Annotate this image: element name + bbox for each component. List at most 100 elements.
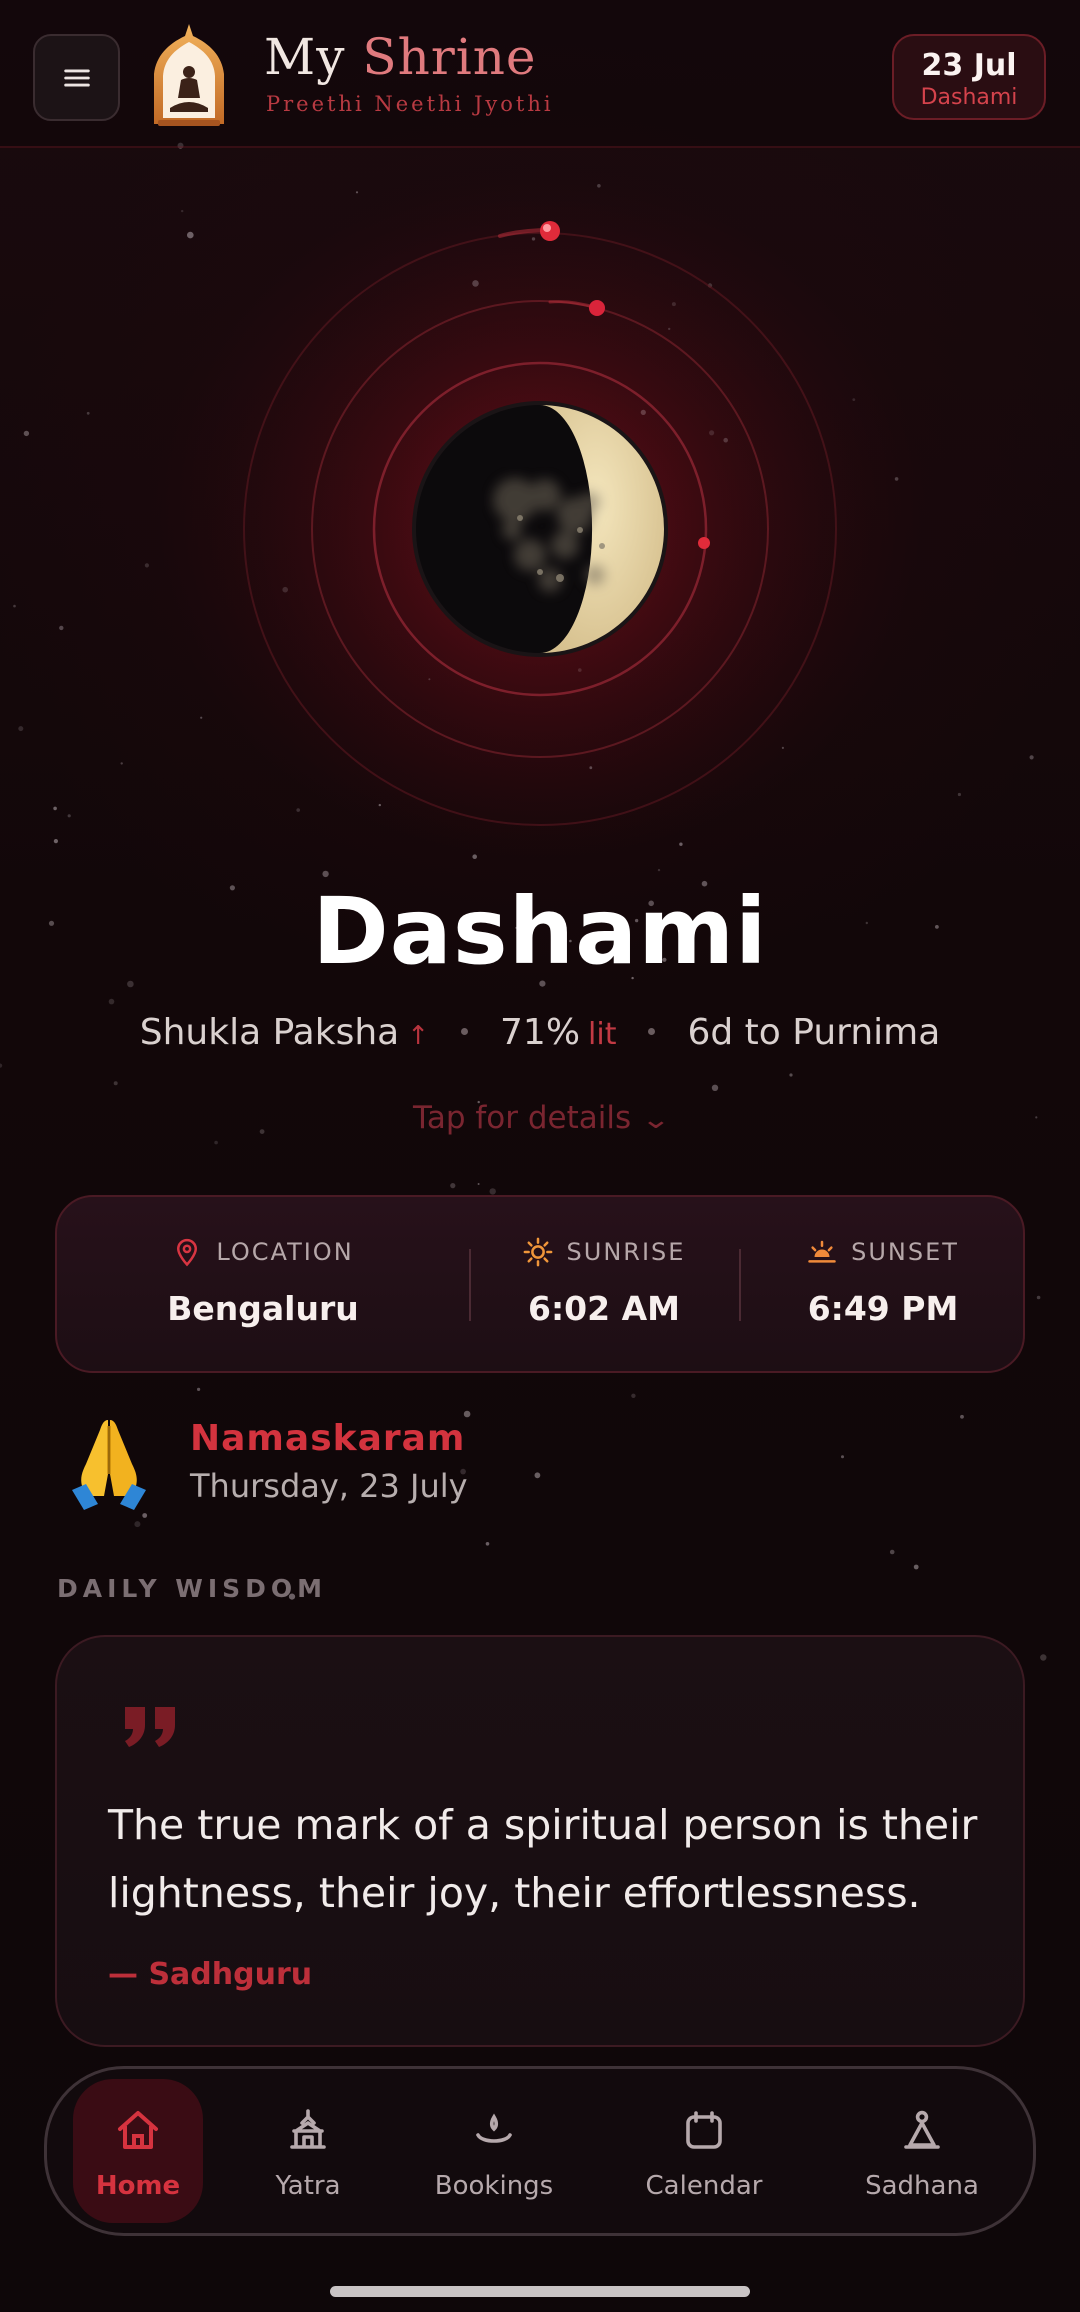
sunrise-label: SUNRISE	[566, 1238, 686, 1266]
star	[113, 1081, 118, 1086]
star	[214, 1140, 218, 1145]
star	[108, 998, 115, 1005]
meditation-icon	[904, 2110, 940, 2149]
app-root: My Shrine Preethi Neethi Jyothi 23 Jul D…	[0, 0, 1080, 2312]
daily-wisdom-heading: DAILY WISDOM	[57, 1574, 328, 1603]
star	[144, 563, 149, 568]
nav-calendar[interactable]: Calendar	[634, 2079, 774, 2223]
star	[485, 1542, 490, 1546]
star	[197, 1387, 201, 1391]
star	[187, 231, 194, 239]
star	[1040, 1654, 1047, 1661]
app-title: My Shrine	[264, 28, 537, 86]
system-home-indicator[interactable]	[330, 2286, 750, 2297]
location-label: LOCATION	[216, 1238, 354, 1266]
orbit-dot-inner	[698, 537, 710, 549]
star	[841, 1455, 844, 1459]
greeting-title: Namaskaram	[190, 1418, 466, 1459]
sunset-label-row: SUNSET	[739, 1237, 1027, 1267]
star	[463, 1410, 471, 1418]
moon-crater	[529, 479, 561, 511]
star	[53, 806, 57, 811]
star	[1036, 1295, 1041, 1300]
star	[134, 1521, 141, 1528]
sunrise-label-row: SUNRISE	[469, 1237, 739, 1267]
phase-meta-row: Shukla Paksha ↑ 71% lit 6d to Purnima	[0, 1012, 1080, 1053]
orbit-dot-outer-core	[543, 224, 551, 232]
star	[59, 625, 64, 631]
star	[957, 792, 962, 797]
star	[711, 1084, 719, 1092]
nav-sadhana-label: Sadhana	[865, 2171, 979, 2201]
moon-crater	[585, 565, 605, 585]
greeting-date: Thursday, 23 July	[190, 1467, 468, 1505]
nav-calendar-label: Calendar	[645, 2171, 763, 2201]
location-value: Bengaluru	[167, 1289, 359, 1328]
star	[913, 1564, 919, 1570]
bottom-nav: Home Yatra Bookings Calendar Sadhana	[44, 2066, 1036, 2236]
moon-crater	[551, 531, 579, 559]
star	[86, 411, 90, 415]
tap-for-details-label: Tap for details	[413, 1100, 632, 1136]
phase-name: Dashami	[312, 878, 768, 985]
nav-sadhana[interactable]: Sadhana	[847, 2079, 997, 2223]
menu-button[interactable]	[33, 34, 120, 121]
sunrise-value: 6:02 AM	[528, 1289, 680, 1328]
sunrise-column: SUNRISE 6:02 AM	[469, 1197, 739, 1375]
temple-icon	[290, 2109, 326, 2149]
sunset-column: SUNSET 6:49 PM	[739, 1197, 1027, 1375]
location-sun-card[interactable]: LOCATION Bengaluru SUNRISE 6:02 AM SUNSE…	[55, 1195, 1025, 1373]
nav-bookings-label: Bookings	[434, 2171, 554, 2201]
quote-icon	[125, 1707, 175, 1747]
nav-yatra-label: Yatra	[275, 2171, 341, 2201]
separator-dot	[648, 1028, 656, 1035]
moon-phase	[412, 401, 668, 657]
star	[489, 1188, 496, 1195]
app-subtitle: Preethi Neethi Jyothi	[266, 92, 554, 116]
star	[477, 1183, 480, 1185]
wisdom-author: — Sadhguru	[108, 1957, 313, 1992]
star	[534, 1472, 541, 1479]
moon-pit	[517, 515, 523, 521]
lit-percent: 71%	[500, 1012, 581, 1053]
star	[631, 1393, 636, 1399]
moon-visual[interactable]	[200, 180, 880, 880]
moon-pit	[599, 543, 605, 549]
daily-wisdom-card[interactable]: The true mark of a spiritual person is t…	[55, 1635, 1025, 2047]
star	[789, 1073, 793, 1077]
moon-pit	[537, 569, 543, 575]
sunset-icon	[808, 1240, 836, 1263]
moon-crater	[580, 492, 600, 512]
star	[960, 1414, 964, 1419]
nav-home[interactable]: Home	[73, 2079, 203, 2223]
moon-crater	[514, 539, 546, 571]
days-to-purnima: 6d to Purnima	[687, 1012, 941, 1053]
app-header: My Shrine Preethi Neethi Jyothi 23 Jul D…	[0, 0, 1080, 148]
sunset-label: SUNSET	[851, 1238, 959, 1266]
diya-icon	[476, 2113, 512, 2143]
sunset-value: 6:49 PM	[807, 1289, 959, 1328]
tap-for-details-link[interactable]: Tap for details ⌄	[0, 1100, 1080, 1136]
nav-bookings[interactable]: Bookings	[419, 2079, 569, 2223]
date-chip[interactable]: 23 Jul Dashami	[892, 34, 1046, 120]
chevron-down-icon: ⌄	[640, 1105, 672, 1135]
star	[0, 1063, 3, 1068]
star	[894, 477, 899, 481]
calendar-icon	[686, 2111, 722, 2149]
hamburger-icon	[63, 69, 90, 87]
star	[120, 762, 123, 765]
waxing-arrow-icon: ↑	[407, 1021, 430, 1051]
home-icon	[118, 2111, 158, 2149]
folded-hands-icon	[72, 1420, 146, 1510]
shrine-logo	[154, 24, 224, 126]
date-chip-tithi: Dashami	[920, 85, 1018, 110]
star	[142, 1513, 148, 1518]
date-chip-date: 23 Jul	[921, 48, 1017, 83]
orbit-dot-middle	[589, 300, 605, 316]
sun-icon	[523, 1237, 552, 1267]
location-pin-icon	[177, 1238, 198, 1267]
nav-yatra[interactable]: Yatra	[243, 2079, 373, 2223]
moon-pit	[556, 574, 564, 582]
star	[450, 1183, 456, 1189]
separator-dot	[461, 1028, 469, 1035]
